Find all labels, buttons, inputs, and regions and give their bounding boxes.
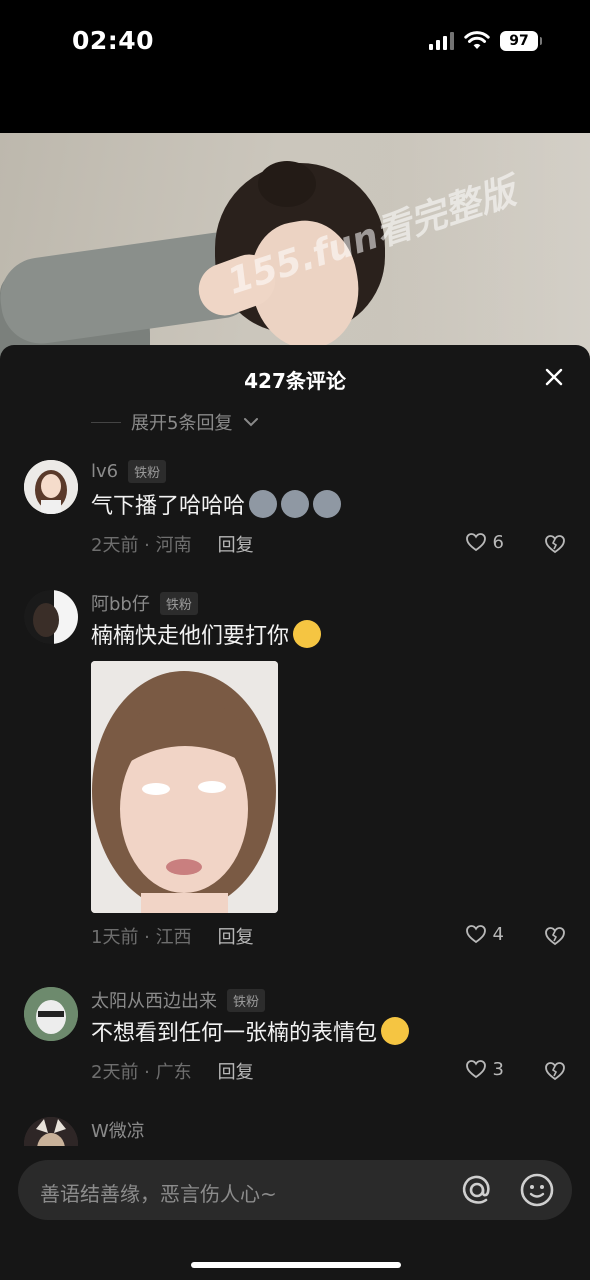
home-indicator <box>191 1262 401 1268</box>
username[interactable]: lv6 <box>91 461 118 482</box>
comment-header: 太阳从西边出来 铁粉 <box>91 987 266 1013</box>
wolf-emoji <box>281 490 310 518</box>
comment-input[interactable]: 善语结善缘，恶言伤人心~ <box>18 1160 572 1220</box>
reply-button[interactable]: 回复 <box>218 1058 254 1084</box>
comment-input-placeholder: 善语结善缘，恶言伤人心~ <box>40 1182 277 1206</box>
expand-replies[interactable]: 展开5条回复 <box>91 409 260 435</box>
status-icons: 97 <box>429 31 542 51</box>
reply-button[interactable]: 回复 <box>218 923 254 949</box>
divider <box>91 421 121 423</box>
comment-meta: 2天前 · 河南 回复 <box>91 531 254 557</box>
comments-title: 427条评论 <box>244 369 346 393</box>
screen: 02:40 97 427条评论 展开5条回复 lv6 铁粉 气下播了哈哈哈 2天… <box>0 0 590 1280</box>
comment-image[interactable] <box>91 661 278 913</box>
status-bar: 02:40 97 <box>0 0 590 90</box>
comment-text-content: 不想看到任何一张楠的表情包 <box>91 1021 378 1046</box>
broken-heart-icon[interactable] <box>544 533 566 555</box>
close-icon <box>545 368 563 386</box>
video-figure-bun <box>258 161 316 207</box>
username[interactable]: 阿bb仔 <box>91 590 150 616</box>
comment-text-content: 楠楠快走他们要打你 <box>91 624 290 649</box>
like-button[interactable]: 3 <box>465 1058 504 1080</box>
expand-replies-label: 展开5条回复 <box>131 413 233 434</box>
wolf-emoji <box>313 490 342 518</box>
status-time: 02:40 <box>72 26 155 55</box>
comment-text: 楠楠快走他们要打你 <box>91 618 322 650</box>
like-count: 4 <box>492 923 504 945</box>
broken-heart-icon[interactable] <box>544 1060 566 1082</box>
comment-text: 不想看到任何一张楠的表情包 <box>91 1015 410 1047</box>
signal-icon <box>429 32 454 50</box>
comment-header: lv6 铁粉 <box>91 460 167 483</box>
comment-meta: 2天前 · 广东 回复 <box>91 1058 254 1084</box>
wifi-icon <box>464 31 490 49</box>
comment-meta: 1天前 · 江西 回复 <box>91 923 254 949</box>
heart-icon <box>465 533 486 552</box>
battery-icon: 97 <box>500 31 542 51</box>
heart-icon <box>465 925 486 944</box>
broken-heart-icon[interactable] <box>544 925 566 947</box>
heart-icon <box>465 1060 486 1079</box>
emoji-icon[interactable] <box>518 1171 556 1209</box>
comment-time: 1天前 · 江西 <box>91 927 192 948</box>
comment-header: 阿bb仔 铁粉 <box>91 590 198 616</box>
crying-emoji <box>293 620 322 648</box>
avatar[interactable] <box>24 590 78 644</box>
fan-badge: 铁粉 <box>128 460 167 483</box>
username[interactable]: 太阳从西边出来 <box>91 987 217 1013</box>
comments-sheet: 427条评论 展开5条回复 lv6 铁粉 气下播了哈哈哈 2天前 · 河南 回复… <box>0 345 590 1280</box>
comment-input-bar: 善语结善缘，恶言伤人心~ <box>0 1146 590 1280</box>
comment-time: 2天前 · 河南 <box>91 535 192 556</box>
at-icon[interactable] <box>458 1171 496 1209</box>
grin-sweat-emoji <box>381 1017 410 1045</box>
comment-text-content: 气下播了哈哈哈 <box>91 494 246 519</box>
comment-header: W微凉 <box>91 1117 145 1143</box>
comment-time: 2天前 · 广东 <box>91 1062 192 1083</box>
like-count: 6 <box>492 531 504 553</box>
fan-badge: 铁粉 <box>159 591 198 615</box>
avatar[interactable] <box>24 460 78 514</box>
fan-badge: 铁粉 <box>227 988 266 1012</box>
chevron-down-icon <box>244 418 259 427</box>
wolf-emoji <box>249 490 278 518</box>
like-count: 3 <box>492 1058 504 1080</box>
close-button[interactable] <box>540 363 568 391</box>
username[interactable]: W微凉 <box>91 1117 145 1143</box>
reply-button[interactable]: 回复 <box>218 531 254 557</box>
like-button[interactable]: 4 <box>465 923 504 945</box>
comment-text: 气下播了哈哈哈 <box>91 488 342 520</box>
like-button[interactable]: 6 <box>465 531 504 553</box>
avatar[interactable] <box>24 987 78 1041</box>
